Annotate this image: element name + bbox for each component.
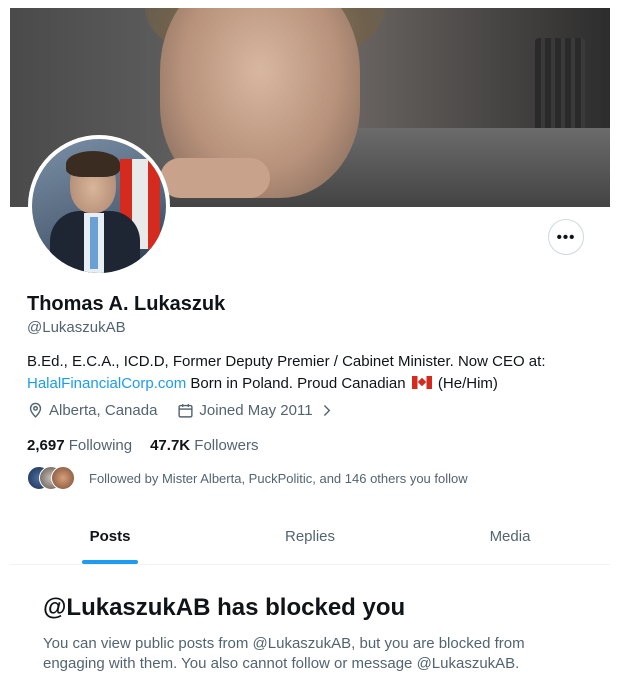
more-icon: ••• (556, 228, 576, 246)
chevron-right-icon (323, 405, 330, 416)
location-text: Alberta, Canada (49, 402, 158, 419)
location-item: Alberta, Canada (27, 402, 157, 419)
mini-avatar (51, 466, 75, 490)
tab-posts[interactable]: Posts (10, 508, 210, 564)
followers-label: Followers (194, 437, 259, 454)
tab-label: Media (489, 527, 531, 545)
followers-count: 47.7K (150, 437, 191, 454)
profile-meta: Alberta, Canada Joined May 2011 (27, 402, 335, 419)
tab-label: Replies (284, 527, 336, 545)
profile-tabs: Posts Replies Media (10, 508, 610, 565)
bio-text: B.Ed., E.C.A., ICD.D, Former Deputy Prem… (27, 353, 546, 370)
blocked-text: You can view public posts from @Lukaszuk… (43, 635, 525, 672)
banner-building (535, 38, 585, 138)
canada-flag-icon (411, 376, 432, 389)
tab-label: Posts (89, 527, 131, 545)
following-link[interactable]: 2,697 Following (27, 437, 132, 454)
calendar-icon (178, 404, 193, 418)
profile-avatar[interactable] (28, 135, 170, 277)
follow-stats: 2,697 Following 47.7K Followers (27, 437, 258, 454)
following-count: 2,697 (27, 437, 65, 454)
followed-by-text: Followed by Mister Alberta, PuckPolitic,… (89, 470, 468, 486)
avatar-tie (90, 217, 98, 269)
bio-pronouns: (He/Him) (437, 375, 498, 392)
bio-link[interactable]: HalalFinancialCorp.com (27, 375, 186, 392)
profile-page: ••• Thomas A. Lukaszuk @LukaszukAB B.Ed.… (10, 8, 610, 682)
tab-media[interactable]: Media (410, 508, 610, 564)
following-label: Following (68, 437, 133, 454)
more-options-button[interactable]: ••• (548, 219, 584, 255)
avatar-hair (66, 151, 120, 177)
blocked-title: @LukaszukAB has blocked you (43, 594, 406, 621)
bio-after-link: Born in Poland. Proud Canadian (190, 375, 406, 392)
followed-by-avatars (27, 466, 75, 490)
followers-link[interactable]: 47.7K Followers (150, 437, 258, 454)
banner-hand (160, 158, 270, 198)
joined-item[interactable]: Joined May 2011 (177, 402, 334, 419)
location-pin-icon (29, 402, 42, 418)
tab-replies[interactable]: Replies (210, 508, 410, 564)
profile-handle: @LukaszukAB (27, 319, 126, 336)
joined-text: Joined May 2011 (199, 402, 313, 419)
profile-bio: B.Ed., E.C.A., ICD.D, Former Deputy Prem… (27, 351, 597, 395)
profile-name: Thomas A. Lukaszuk (27, 293, 226, 315)
followed-by[interactable]: Followed by Mister Alberta, PuckPolitic,… (27, 466, 468, 490)
